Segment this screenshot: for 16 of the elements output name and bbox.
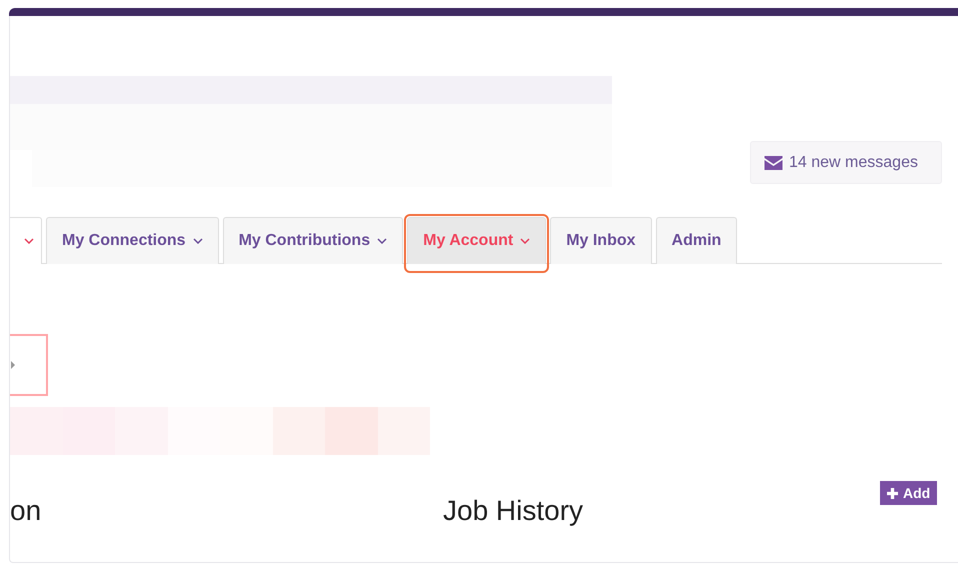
nav-tab[interactable]: My Contributions <box>222 217 404 264</box>
section-heading: on <box>10 495 42 527</box>
add-button[interactable]: Add <box>880 481 938 505</box>
chevron-icon <box>377 238 388 244</box>
caret-icon <box>11 361 15 369</box>
nav-tab[interactable]: My Inbox <box>550 217 652 264</box>
nav-tab[interactable]: Admin <box>656 217 738 264</box>
nav-tab[interactable] <box>10 217 42 264</box>
section-heading: Job History <box>443 495 584 527</box>
envelope-icon <box>763 154 784 170</box>
chevron-icon <box>192 238 203 244</box>
nav-tab[interactable]: My Connections <box>46 217 219 264</box>
messages-button[interactable]: 14 new messages <box>750 141 942 184</box>
plus-icon <box>887 488 898 498</box>
chevron-icon <box>24 238 34 244</box>
chevron-icon <box>520 238 530 244</box>
